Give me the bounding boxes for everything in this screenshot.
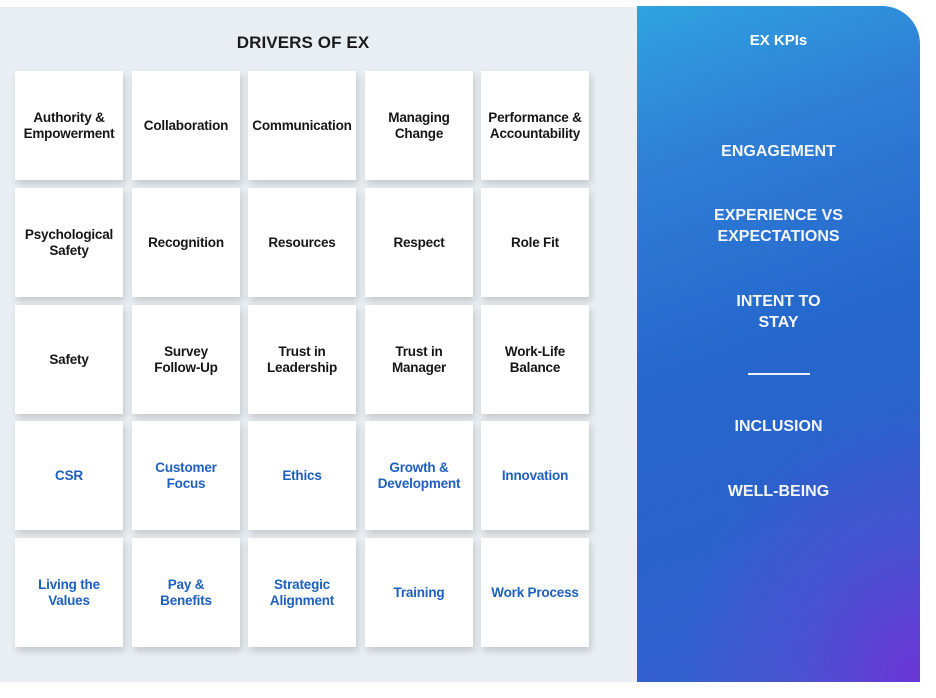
driver-tile-pay-and-benefits: Pay & Benefits bbox=[132, 538, 240, 647]
driver-tile-collaboration: Collaboration bbox=[132, 71, 240, 180]
driver-tile-innovation: Innovation bbox=[481, 421, 589, 530]
driver-tile-recognition: Recognition bbox=[132, 188, 240, 297]
kpi-inclusion: INCLUSION bbox=[734, 418, 823, 435]
driver-tile-psychological-safety: Psychological Safety bbox=[15, 188, 123, 297]
kpi-panel: EX KPIs ENGAGEMENT EXPERIENCE VS EXPECTA… bbox=[637, 6, 920, 682]
driver-tile-performance-and-accountability: Performance & Accountability bbox=[481, 71, 589, 180]
drivers-panel: DRIVERS OF EX Authority & Empowerment Col… bbox=[0, 7, 637, 682]
kpi-divider bbox=[748, 373, 810, 375]
driver-tile-living-the-values: Living the Values bbox=[15, 538, 123, 647]
driver-tile-role-fit: Role Fit bbox=[481, 188, 589, 297]
driver-tile-authority-and-empowerment: Authority & Empowerment bbox=[15, 71, 123, 180]
driver-tile-trust-in-leadership: Trust in Leadership bbox=[248, 305, 356, 414]
driver-tile-managing-change: Managing Change bbox=[365, 71, 473, 180]
driver-tile-growth-and-development: Growth & Development bbox=[365, 421, 473, 530]
driver-tile-resources: Resources bbox=[248, 188, 356, 297]
driver-tile-safety: Safety bbox=[15, 305, 123, 414]
kpi-intent-to-stay: INTENT TO STAY bbox=[736, 293, 821, 331]
kpi-engagement: ENGAGEMENT bbox=[721, 143, 836, 160]
driver-tile-trust-in-manager: Trust in Manager bbox=[365, 305, 473, 414]
driver-tile-communication: Communication bbox=[248, 71, 356, 180]
driver-tile-csr: CSR bbox=[15, 421, 123, 530]
kpi-experience-vs-expectations: EXPERIENCE VS EXPECTATIONS bbox=[714, 207, 843, 245]
kpi-title: EX KPIs bbox=[749, 32, 808, 49]
driver-tile-strategic-alignment: Strategic Alignment bbox=[248, 538, 356, 647]
driver-tile-training: Training bbox=[365, 538, 473, 647]
driver-tile-work-life-balance: Work-Life Balance bbox=[481, 305, 589, 414]
driver-tile-respect: Respect bbox=[365, 188, 473, 297]
drivers-title: DRIVERS OF EX bbox=[236, 33, 370, 52]
driver-tile-customer-focus: Customer Focus bbox=[132, 421, 240, 530]
kpi-well-being: WELL-BEING bbox=[727, 483, 830, 500]
driver-tile-work-process: Work Process bbox=[481, 538, 589, 647]
driver-tile-ethics: Ethics bbox=[248, 421, 356, 530]
driver-tile-survey-follow-up: Survey Follow-Up bbox=[132, 305, 240, 414]
